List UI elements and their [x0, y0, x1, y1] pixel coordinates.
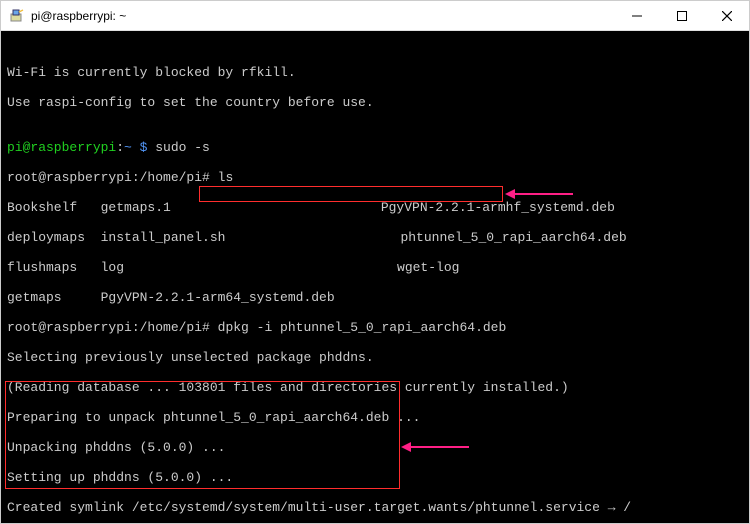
dpkg-output-line: Unpacking phddns (5.0.0) ... — [7, 440, 743, 455]
prompt-root: root@raspberrypi:/home/pi# — [7, 170, 218, 185]
ls-output-line: Bookshelf getmaps.1PgyVPN-2.2.1-armhf_sy… — [7, 200, 743, 215]
ls-output-line: getmaps PgyVPN-2.2.1-arm64_systemd.deb — [7, 290, 743, 305]
terminal-line: root@raspberrypi:/home/pi# dpkg -i phtun… — [7, 320, 743, 335]
dpkg-output-line: (Reading database ... 103801 files and d… — [7, 380, 743, 395]
terminal-line: Use raspi-config to set the country befo… — [7, 95, 743, 110]
window-title: pi@raspberrypi: ~ — [31, 9, 614, 23]
ls-output-line: flushmaps logwget-log — [7, 260, 743, 275]
app-window: pi@raspberrypi: ~ Wi-Fi is currently blo… — [0, 0, 750, 524]
dpkg-output-line: Preparing to unpack phtunnel_5_0_rapi_aa… — [7, 410, 743, 425]
dpkg-output-line: Selecting previously unselected package … — [7, 350, 743, 365]
titlebar[interactable]: pi@raspberrypi: ~ — [1, 1, 749, 31]
prompt-root: root@raspberrypi:/home/pi# — [7, 320, 218, 335]
terminal-area[interactable]: Wi-Fi is currently blocked by rfkill. Us… — [1, 31, 749, 523]
command-text: ls — [218, 170, 234, 185]
minimize-button[interactable] — [614, 1, 659, 31]
dpkg-output-line: Created symlink /etc/systemd/system/mult… — [7, 500, 743, 515]
terminal-line: Wi-Fi is currently blocked by rfkill. — [7, 65, 743, 80]
prompt-user: pi@raspberrypi — [7, 140, 116, 155]
ls-output-line: deploymaps install_panel.shphtunnel_5_0_… — [7, 230, 743, 245]
command-text: sudo -s — [147, 140, 209, 155]
close-button[interactable] — [704, 1, 749, 31]
terminal-line: root@raspberrypi:/home/pi# ls — [7, 170, 743, 185]
maximize-button[interactable] — [659, 1, 704, 31]
dpkg-output-line: Setting up phddns (5.0.0) ... — [7, 470, 743, 485]
terminal-line: pi@raspberrypi:~ $ sudo -s — [7, 140, 743, 155]
putty-icon — [9, 8, 25, 24]
command-text: dpkg -i phtunnel_5_0_rapi_aarch64.deb — [218, 320, 507, 335]
prompt-path: ~ $ — [124, 140, 147, 155]
